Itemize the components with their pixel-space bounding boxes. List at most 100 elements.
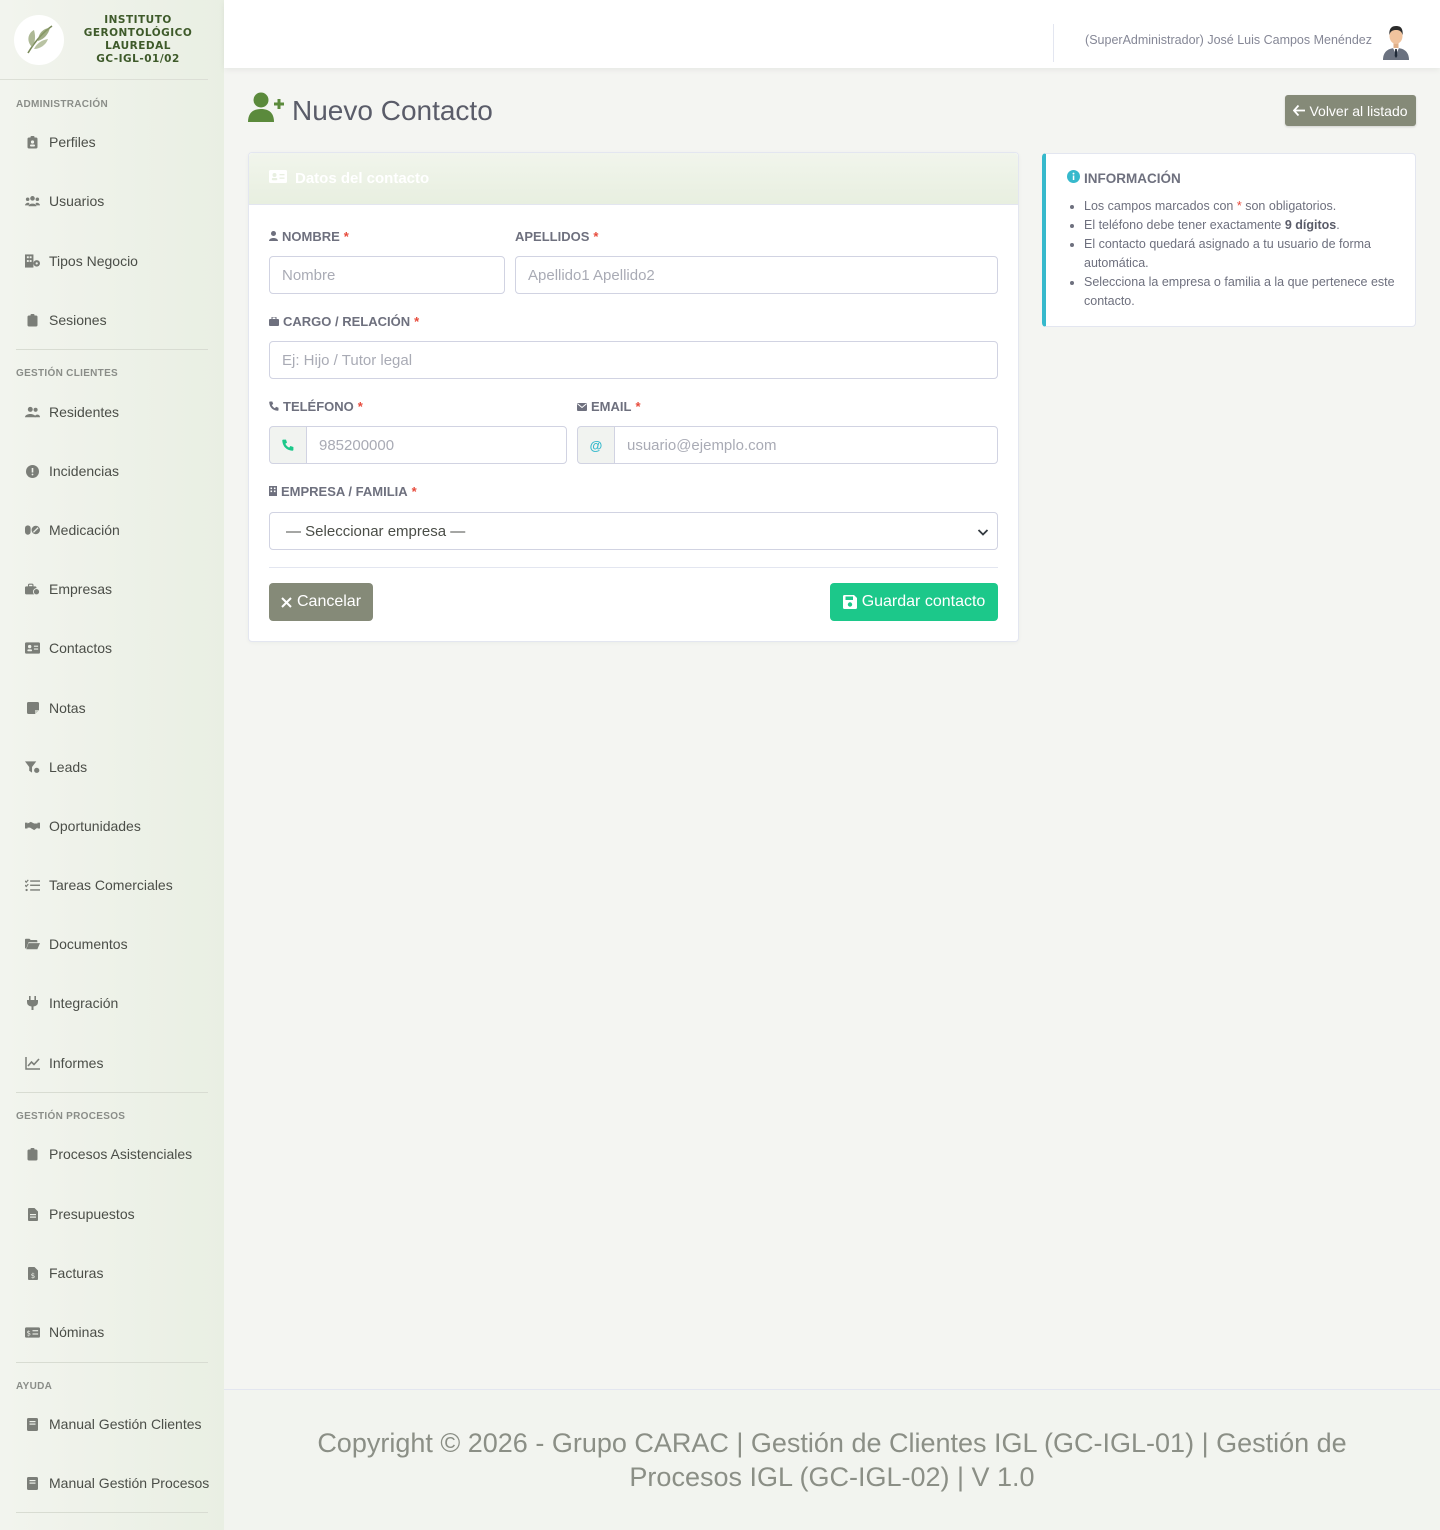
sidebar-item-label: Facturas: [49, 1265, 104, 1281]
sidebar-divider: [16, 1362, 208, 1363]
required-mark: *: [635, 399, 641, 414]
sidebar-item-contactos[interactable]: Contactos: [0, 628, 224, 668]
sidebar-item-procesos-asistenciales[interactable]: Procesos Asistenciales: [0, 1134, 224, 1174]
task-list-icon: [25, 878, 40, 893]
apellidos-label: APELLIDOS *: [515, 229, 598, 244]
telefono-input[interactable]: 985200000: [306, 426, 567, 464]
topbar: (SuperAdministrador) José Luis Campos Me…: [224, 0, 1440, 68]
sidebar-item-presupuestos[interactable]: Presupuestos: [0, 1194, 224, 1234]
sidebar-item-label: Documentos: [49, 936, 128, 952]
apellidos-input[interactable]: Apellido1 Apellido2: [515, 256, 998, 294]
sidebar-item-manual-procesos[interactable]: Manual Gestión Procesos: [0, 1463, 224, 1503]
sidebar-divider: [16, 1092, 208, 1093]
sidebar-item-residentes[interactable]: Residentes: [0, 392, 224, 432]
sidebar-item-perfiles[interactable]: Perfiles: [0, 122, 224, 162]
sidebar-item-informes[interactable]: Informes: [0, 1043, 224, 1083]
sidebar-item-integracion[interactable]: Integración: [0, 983, 224, 1023]
info-item: Los campos marcados con * son obligatori…: [1084, 197, 1404, 216]
sidebar-item-label: Usuarios: [49, 193, 105, 209]
save-contact-button[interactable]: Guardar contacto: [830, 583, 998, 621]
info-card: INFORMACIÓN Los campos marcados con * so…: [1042, 153, 1416, 327]
sidebar-item-label: Oportunidades: [49, 818, 141, 834]
page-title-text: Nuevo Contacto: [292, 94, 493, 126]
footer: Copyright © 2026 - Grupo CARAC | Gestión…: [224, 1389, 1440, 1530]
sidebar-item-manual-clientes[interactable]: Manual Gestión Clientes: [0, 1404, 224, 1444]
sidebar-item-label: Manual Gestión Procesos: [49, 1475, 210, 1491]
nombre-input[interactable]: Nombre: [269, 256, 505, 294]
sidebar-item-facturas[interactable]: $ Facturas: [0, 1253, 224, 1293]
user-icon: [269, 229, 278, 244]
sidebar-item-label: Notas: [49, 700, 86, 716]
sidebar-item-label: Medicación: [49, 522, 120, 538]
building-icon: [269, 484, 277, 499]
info-item: Selecciona la empresa o familia a la que…: [1084, 273, 1404, 311]
sidebar-item-label: Informes: [49, 1055, 104, 1071]
back-to-list-button[interactable]: Volver al listado: [1285, 95, 1416, 126]
clipboard-icon: [25, 1147, 40, 1162]
sidebar-item-documentos[interactable]: Documentos: [0, 924, 224, 964]
sidebar-divider: [16, 349, 208, 350]
sidebar-heading-administracion: ADMINISTRACIÓN: [16, 99, 108, 110]
envelope-icon: [577, 399, 587, 414]
user-plus-icon: [248, 92, 284, 129]
sidebar-item-incidencias[interactable]: Incidencias: [0, 451, 224, 491]
sidebar-item-label: Tipos Negocio: [49, 253, 138, 269]
email-addon: @: [577, 426, 615, 464]
nombre-label: NOMBRE *: [269, 229, 349, 244]
save-contact-label: Guardar contacto: [861, 593, 986, 610]
brand-logo: [14, 14, 64, 65]
cargo-label: CARGO / RELACIÓN *: [269, 314, 419, 329]
alert-circle-icon: [25, 464, 40, 479]
id-badge-icon: [25, 135, 40, 150]
sidebar-item-label: Residentes: [49, 404, 120, 420]
sidebar-item-tareas-comerciales[interactable]: Tareas Comerciales: [0, 865, 224, 905]
sidebar-item-label: Sesiones: [49, 312, 107, 328]
card-title: Datos del contacto: [295, 170, 430, 187]
book-icon: [25, 1476, 40, 1491]
sidebar-item-sesiones[interactable]: Sesiones: [0, 300, 224, 340]
sidebar-item-tipos-negocio[interactable]: Tipos Negocio: [0, 241, 224, 281]
sidebar-item-oportunidades[interactable]: Oportunidades: [0, 806, 224, 846]
cargo-input[interactable]: Ej: Hijo / Tutor legal: [269, 341, 998, 379]
telefono-label: TELÉFONO *: [269, 399, 363, 414]
sidebar-item-label: Nóminas: [49, 1324, 105, 1340]
sidebar-item-leads[interactable]: Leads: [0, 747, 224, 787]
invoice-icon: $: [25, 1266, 40, 1281]
sidebar-divider: [16, 1512, 208, 1513]
avatar[interactable]: [1380, 24, 1412, 60]
brand-name: INSTITUTO GERONTOLÓGICO LAUREDAL GC-IGL-…: [83, 13, 193, 65]
apellidos-label-text: APELLIDOS: [515, 229, 590, 244]
required-mark: *: [593, 229, 599, 244]
sidebar-item-label: Manual Gestión Clientes: [49, 1416, 202, 1432]
users-icon: [25, 194, 40, 209]
address-card-icon: [269, 170, 287, 187]
cancel-button[interactable]: Cancelar: [269, 583, 373, 621]
nombre-label-text: NOMBRE: [282, 229, 340, 244]
sidebar-item-label: Empresas: [49, 581, 113, 597]
sidebar-item-nominas[interactable]: $ Nóminas: [0, 1312, 224, 1352]
empresa-label: EMPRESA / FAMILIA *: [269, 484, 417, 499]
empresa-select[interactable]: — Seleccionar empresa —: [269, 512, 998, 550]
sidebar-item-notas[interactable]: Notas: [0, 688, 224, 728]
close-icon: [281, 596, 292, 608]
brand[interactable]: INSTITUTO GERONTOLÓGICO LAUREDAL GC-IGL-…: [0, 0, 208, 80]
funnel-icon: [25, 760, 40, 775]
required-mark: *: [411, 484, 417, 499]
info-title: INFORMACIÓN: [1067, 170, 1181, 186]
sidebar-item-usuarios[interactable]: Usuarios: [0, 181, 224, 221]
email-input[interactable]: usuario@ejemplo.com: [614, 426, 998, 464]
info-item: El contacto quedará asignado a tu usuari…: [1084, 235, 1404, 273]
book-icon: [25, 1417, 40, 1432]
user-name[interactable]: (SuperAdministrador) José Luis Campos Me…: [1085, 33, 1372, 47]
page-title: Nuevo Contacto: [248, 92, 493, 129]
pills-icon: [25, 523, 40, 538]
file-icon: [25, 1207, 40, 1222]
sidebar-item-empresas[interactable]: Empresas: [0, 569, 224, 609]
copyright-text: Copyright © 2026 - Grupo CARAC | Gestión…: [317, 1428, 1347, 1492]
user-group-icon: [25, 405, 40, 420]
sidebar-item-label: Presupuestos: [49, 1206, 135, 1222]
phone-addon: [269, 426, 307, 464]
sidebar-item-medicacion[interactable]: Medicación: [0, 510, 224, 550]
required-mark: *: [343, 229, 349, 244]
building-icon: [25, 254, 40, 269]
